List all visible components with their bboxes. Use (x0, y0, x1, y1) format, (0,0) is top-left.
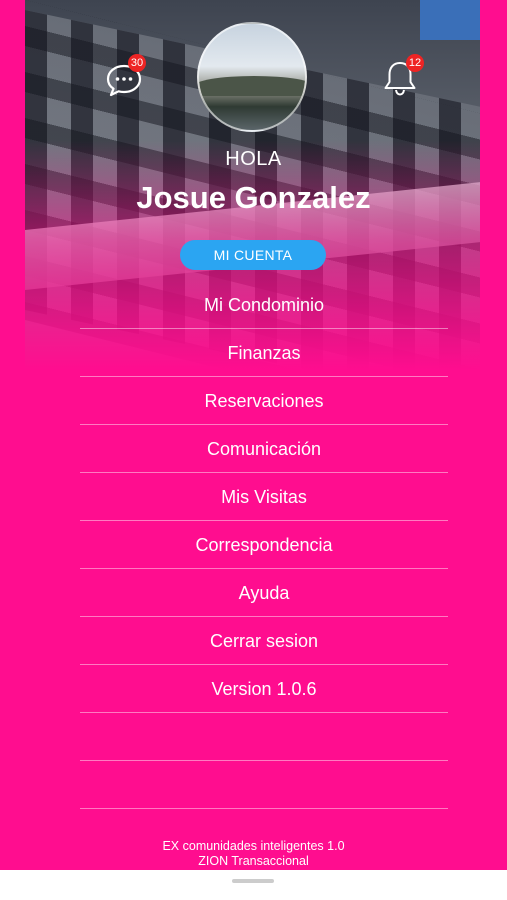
side-menu-screen: 30 12 HOLA Josue Gonzalez MI CUENTA Mi C… (0, 0, 507, 870)
navigation-menu: Mi Condominio Finanzas Reservaciones Com… (80, 281, 448, 809)
menu-item-version: Version 1.0.6 (80, 665, 448, 713)
my-account-button[interactable]: MI CUENTA (180, 240, 326, 270)
menu-empty-row (80, 761, 448, 809)
menu-empty-row (80, 713, 448, 761)
notifications-count-badge: 12 (406, 54, 424, 72)
menu-item-reservaciones[interactable]: Reservaciones (80, 377, 448, 425)
menu-item-mis-visitas[interactable]: Mis Visitas (80, 473, 448, 521)
footer-credits: EX comunidades inteligentes 1.0 ZION Tra… (0, 839, 507, 869)
greeting-label: HOLA (225, 148, 282, 170)
profile-avatar[interactable] (197, 22, 307, 132)
menu-item-correspondencia[interactable]: Correspondencia (80, 521, 448, 569)
menu-item-finanzas[interactable]: Finanzas (80, 329, 448, 377)
messages-count-badge: 30 (128, 54, 146, 72)
user-name: Josue Gonzalez (136, 180, 371, 215)
menu-item-comunicacion[interactable]: Comunicación (80, 425, 448, 473)
home-indicator[interactable] (232, 879, 274, 883)
menu-item-mi-condominio[interactable]: Mi Condominio (80, 281, 448, 329)
footer-line-2: ZION Transaccional (198, 854, 309, 868)
footer-line-1: EX comunidades inteligentes 1.0 (162, 839, 345, 853)
menu-item-cerrar-sesion[interactable]: Cerrar sesion (80, 617, 448, 665)
menu-item-ayuda[interactable]: Ayuda (80, 569, 448, 617)
